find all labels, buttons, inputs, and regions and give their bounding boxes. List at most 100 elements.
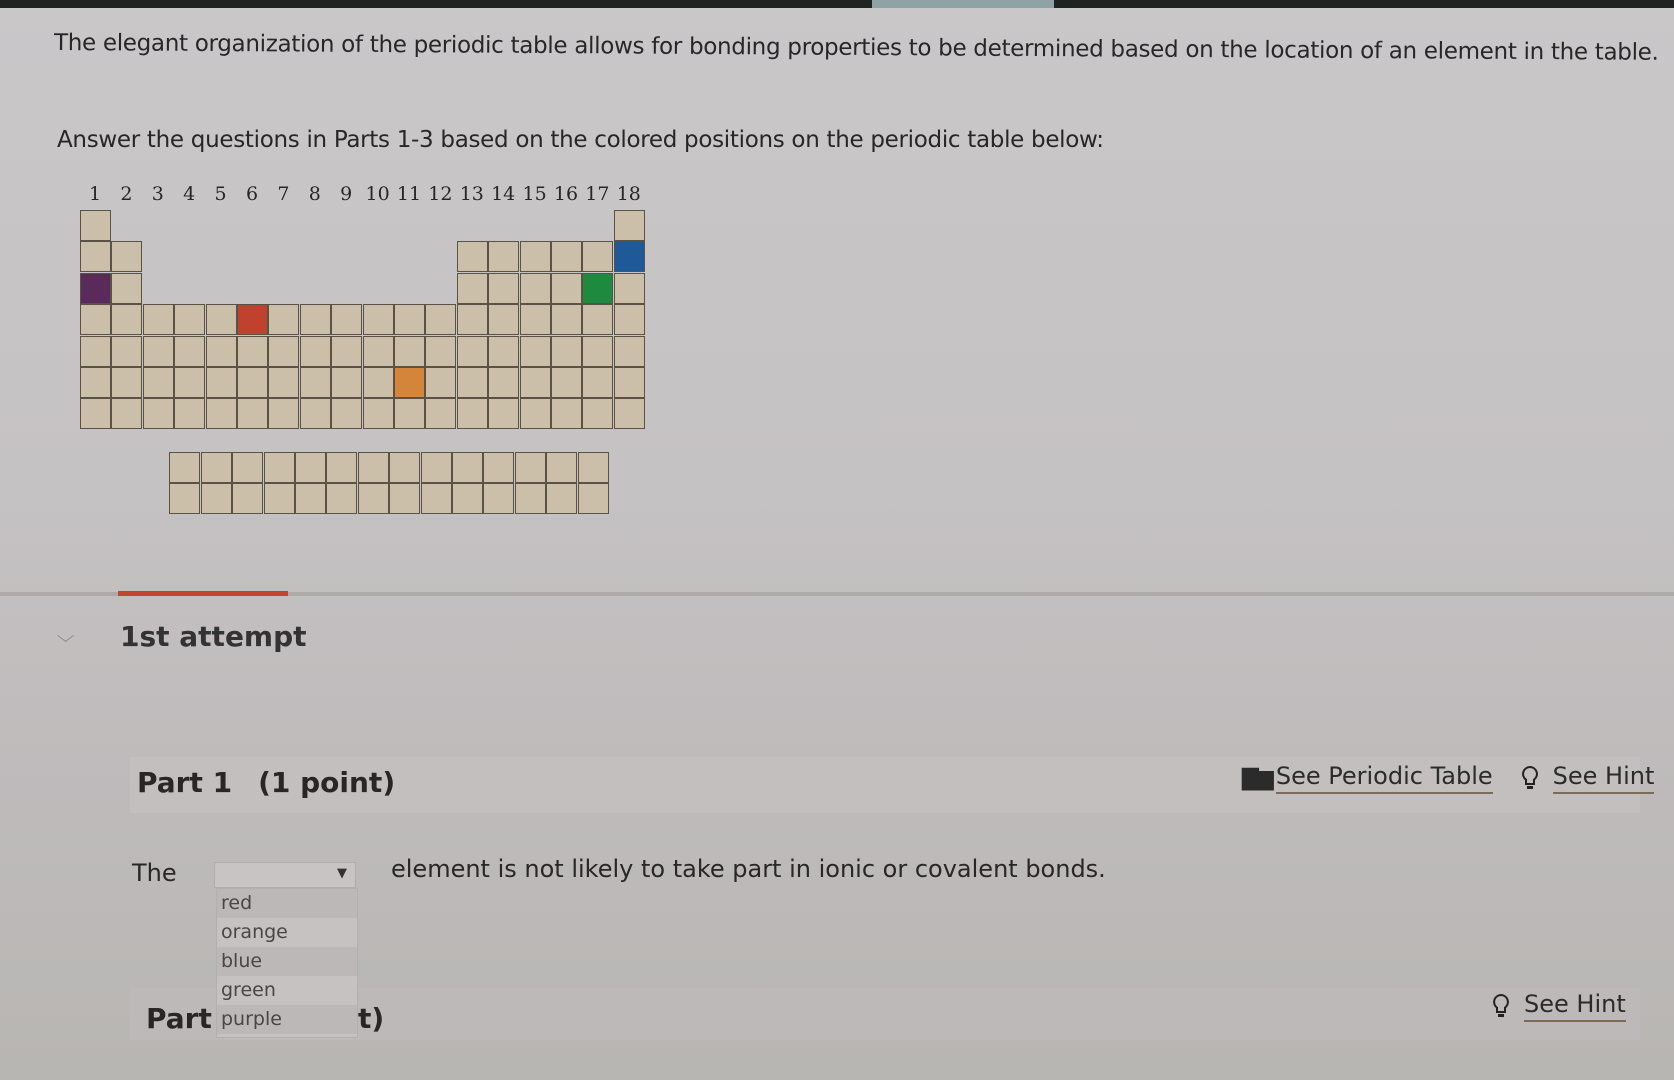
group-label: 12 <box>428 183 453 205</box>
element-cell <box>111 335 143 367</box>
element-cell <box>394 304 425 336</box>
group-label: 9 <box>340 183 353 205</box>
group-label: 17 <box>585 183 610 205</box>
f-block-cell <box>577 451 609 483</box>
group-label: 15 <box>522 183 547 205</box>
part1-label: Part 1 <box>137 766 233 799</box>
element-cell <box>519 367 551 398</box>
group-label: 10 <box>365 183 390 205</box>
element-cell <box>394 335 425 367</box>
element-cell <box>80 398 111 430</box>
part2-points: t) <box>358 1002 385 1035</box>
option-blue[interactable]: blue <box>217 947 357 976</box>
element-cell <box>394 398 425 430</box>
f-block-cell <box>420 451 452 483</box>
element-cell <box>582 367 614 398</box>
group-label: 11 <box>396 183 422 205</box>
element-cell <box>111 272 143 304</box>
f-block-cell <box>169 451 201 483</box>
element-cell <box>425 398 457 430</box>
element-cell <box>551 367 582 398</box>
element-cell <box>331 367 363 398</box>
f-block-cell <box>577 483 609 515</box>
element-cell <box>582 304 614 336</box>
f-block-cell <box>514 483 546 515</box>
option-orange[interactable]: orange <box>217 918 357 947</box>
option-green[interactable]: green <box>217 976 357 1005</box>
f-block-cell <box>295 451 327 483</box>
group-label: 5 <box>214 183 227 205</box>
see-periodic-table-link[interactable]: See Periodic Table <box>1275 762 1493 794</box>
option-red[interactable]: red <box>217 889 357 918</box>
element-cell <box>331 398 363 430</box>
element-cell <box>111 398 143 430</box>
f-block-cell <box>326 483 358 515</box>
color-select[interactable]: ▼ <box>214 862 356 888</box>
element-cell <box>80 304 111 336</box>
element-cell <box>613 335 645 367</box>
element-cell <box>80 335 111 367</box>
see-hint-link[interactable]: See Hint <box>1552 762 1655 794</box>
element-cell <box>519 304 551 336</box>
element-cell <box>488 304 520 336</box>
element-cell <box>331 335 363 367</box>
group-label: 18 <box>616 183 641 205</box>
element-cell-red <box>237 304 268 336</box>
attempt-tabs-divider <box>0 591 1674 596</box>
f-block-cell <box>263 483 295 515</box>
element-cell <box>111 241 143 273</box>
lightbulb-icon <box>1493 993 1509 1017</box>
dropdown-arrow-icon: ▼ <box>337 866 347 881</box>
element-cell <box>111 304 143 336</box>
element-cell <box>237 335 268 367</box>
element-cell <box>268 304 300 336</box>
instructions-text: Answer the questions in Parts 1-3 based … <box>57 127 1104 153</box>
element-cell <box>142 398 174 430</box>
f-block-cell <box>389 451 421 483</box>
element-cell <box>425 304 457 336</box>
element-cell <box>205 304 237 336</box>
browser-tab[interactable] <box>872 0 1054 8</box>
option-purple[interactable]: purple <box>217 1005 357 1034</box>
element-cell <box>111 367 143 398</box>
element-cell <box>362 335 394 367</box>
group-label: 16 <box>553 183 579 205</box>
element-cell <box>299 304 331 336</box>
element-cell <box>299 398 331 430</box>
see-hint-link[interactable]: See Hint <box>1524 990 1626 1022</box>
element-cell <box>425 335 457 367</box>
group-label: 6 <box>245 183 259 205</box>
element-cell <box>519 335 551 367</box>
f-block-cell <box>546 451 578 483</box>
group-label: 3 <box>151 183 164 205</box>
element-cell <box>205 367 237 398</box>
group-label: 8 <box>308 183 321 205</box>
element-cell <box>142 335 174 367</box>
group-label: 1 <box>88 183 102 205</box>
element-cell <box>551 304 582 336</box>
element-cell <box>299 335 331 367</box>
element-cell <box>362 398 394 430</box>
element-cell <box>488 367 520 398</box>
element-cell <box>613 398 645 430</box>
element-cell <box>456 335 488 367</box>
f-block-cell <box>263 451 295 483</box>
element-cell-blue <box>613 241 645 273</box>
element-cell <box>582 335 614 367</box>
part2-links: See Hint <box>1492 990 1626 1022</box>
f-block-cell <box>546 483 578 515</box>
f-block-cell <box>200 451 232 483</box>
part1-title: Part 1 (1 point) <box>137 766 421 799</box>
element-cell <box>551 241 582 273</box>
chevron-down-icon[interactable]: ⌵ <box>57 626 86 648</box>
f-block-cell <box>295 483 327 515</box>
element-cell <box>551 335 582 367</box>
lightbulb-icon <box>1521 765 1538 789</box>
attempt-label: 1st attempt <box>120 620 307 653</box>
f-block-cell <box>452 451 484 483</box>
element-cell <box>80 367 111 398</box>
attempt-header[interactable]: ⌵ 1st attempt <box>57 620 307 653</box>
element-cell <box>237 367 268 398</box>
group-label: 14 <box>491 183 516 205</box>
f-block-cell <box>169 483 201 515</box>
